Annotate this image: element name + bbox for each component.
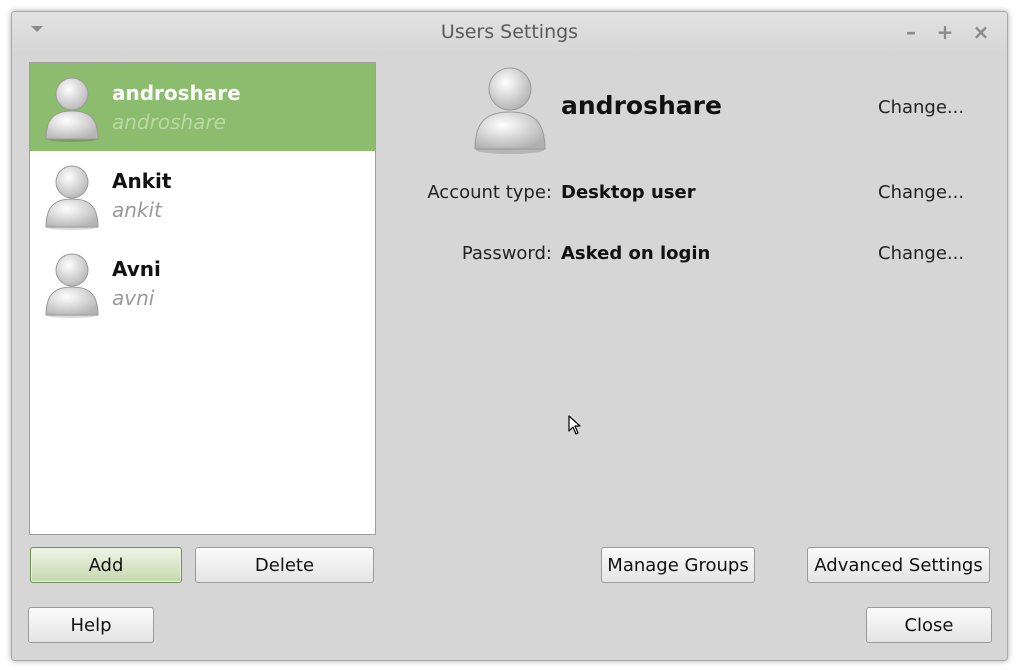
- user-avatar-icon: [45, 77, 99, 142]
- add-user-button[interactable]: Add: [30, 547, 182, 583]
- user-name: androshare: [112, 81, 241, 105]
- user-login: androshare: [112, 110, 226, 134]
- user-name: Ankit: [112, 169, 172, 193]
- user-row-ankit[interactable]: Ankit ankit: [30, 151, 375, 239]
- change-account-type-button[interactable]: Change...: [878, 182, 964, 203]
- user-avatar-icon: [45, 165, 99, 230]
- user-avatar-icon: [45, 253, 99, 318]
- user-list[interactable]: androshare androshare Ankit ankit Avni a…: [29, 62, 376, 535]
- delete-user-button[interactable]: Delete: [195, 547, 374, 583]
- help-button[interactable]: Help: [28, 607, 154, 643]
- close-button[interactable]: Close: [866, 607, 992, 643]
- title-bar[interactable]: Users Settings – + ×: [12, 12, 1007, 54]
- selected-user-name: androshare: [561, 91, 722, 120]
- user-login: ankit: [112, 198, 162, 222]
- minimize-button[interactable]: –: [900, 20, 922, 44]
- advanced-settings-button[interactable]: Advanced Settings: [807, 547, 990, 583]
- account-type-label: Account type:: [427, 182, 552, 203]
- manage-groups-button[interactable]: Manage Groups: [601, 547, 755, 583]
- change-password-button[interactable]: Change...: [878, 243, 964, 264]
- user-row-avni[interactable]: Avni avni: [30, 239, 375, 327]
- window-title: Users Settings: [440, 21, 579, 43]
- password-label: Password:: [461, 243, 552, 264]
- user-row-androshare[interactable]: androshare androshare: [30, 63, 375, 151]
- mouse-pointer-icon: [568, 415, 581, 435]
- account-type-value: Desktop user: [561, 182, 696, 203]
- maximize-button[interactable]: +: [934, 20, 956, 44]
- users-settings-window: Users Settings – + × androshare androsha…: [11, 11, 1008, 661]
- close-window-button[interactable]: ×: [970, 20, 992, 44]
- change-name-button[interactable]: Change...: [878, 97, 964, 118]
- user-login: avni: [112, 286, 155, 310]
- user-avatar-icon[interactable]: [470, 62, 550, 154]
- password-value: Asked on login: [561, 243, 711, 264]
- user-name: Avni: [112, 257, 161, 281]
